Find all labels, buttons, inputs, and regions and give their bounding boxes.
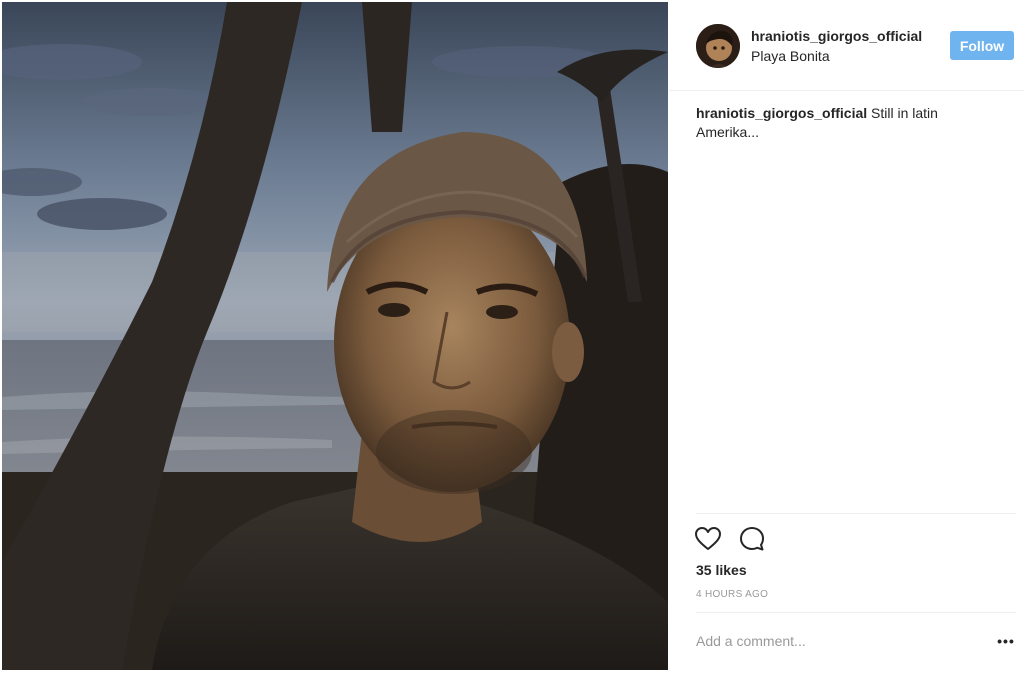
likes-count[interactable]: 35 likes [696,562,747,578]
divider [696,612,1016,613]
divider [696,513,1016,514]
comment-button[interactable] [737,524,767,554]
follow-button[interactable]: Follow [950,31,1014,60]
post-details-panel: hraniotis_giorgos_official Playa Bonita … [669,0,1024,680]
caption-username-link[interactable]: hraniotis_giorgos_official [696,105,867,121]
more-options-icon[interactable]: ••• [995,632,1017,650]
username-link[interactable]: hraniotis_giorgos_official [751,28,922,44]
selfie-beach-photo [2,2,668,670]
avatar-image [696,24,740,68]
post-caption: hraniotis_giorgos_official Still in lati… [696,104,996,142]
avatar[interactable] [696,24,740,68]
post-header: hraniotis_giorgos_official Playa Bonita … [669,0,1024,91]
like-button[interactable] [693,524,723,554]
post-timestamp: 4 HOURS AGO [696,589,769,600]
location-link[interactable]: Playa Bonita [751,48,830,64]
comment-bubble-icon [740,527,764,551]
post-photo[interactable] [2,2,668,670]
heart-icon [695,527,721,550]
instagram-post: hraniotis_giorgos_official Playa Bonita … [0,0,1024,680]
add-comment-input[interactable] [696,630,976,652]
